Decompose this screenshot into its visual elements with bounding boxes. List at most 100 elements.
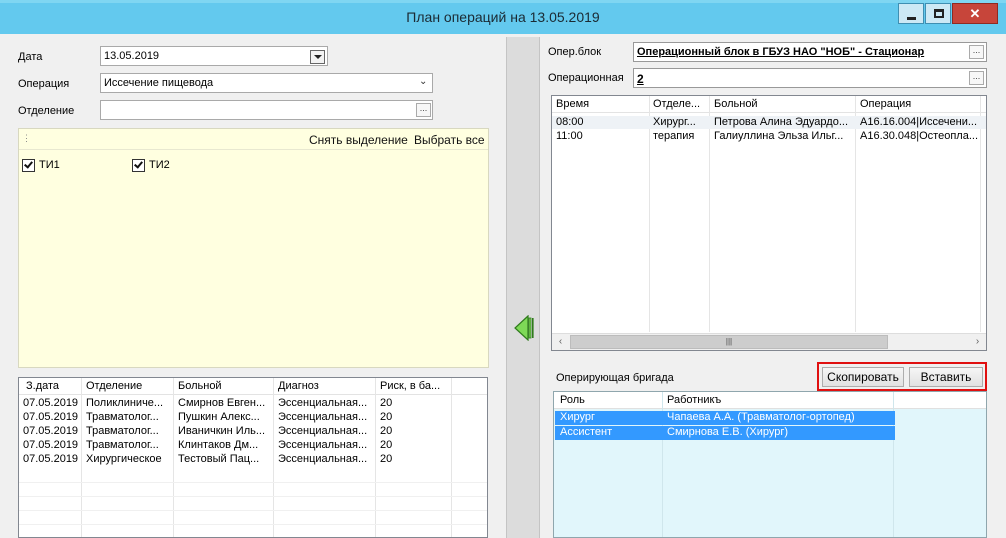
schedule-table[interactable]: Время Отделе... Больной Операция 08:00 Х… bbox=[551, 95, 987, 351]
col-worker[interactable]: Работникъ bbox=[667, 394, 721, 406]
col-patient[interactable]: Больной bbox=[714, 98, 758, 110]
department-ellipsis-button[interactable]: ... bbox=[416, 103, 431, 117]
col-department[interactable]: Отделе... bbox=[653, 98, 700, 110]
cell-diagnosis: Эссенциальная... bbox=[278, 439, 368, 451]
schedule-table-header: Время Отделе... Больной Операция bbox=[552, 96, 986, 113]
cell-diagnosis: Эссенциальная... bbox=[278, 397, 368, 409]
schedule-hscrollbar[interactable]: ‹ ||| › bbox=[552, 333, 986, 350]
cell-worker: Смирнова Е.В. (Хирург) bbox=[667, 426, 789, 438]
op-room-ellipsis-button[interactable]: ... bbox=[969, 71, 984, 85]
table-row[interactable]: 07.05.2019 Травматолог... Пушкин Алекс..… bbox=[19, 411, 487, 424]
team-table[interactable]: Роль Работникъ Хирург Чапаева А.А. (Трав… bbox=[553, 391, 987, 538]
col-time[interactable]: Время bbox=[556, 98, 589, 110]
table-row[interactable]: 11:00 терапия Галиуллина Эльза Ильг... A… bbox=[552, 130, 986, 143]
row-divider bbox=[19, 524, 487, 525]
table-row[interactable]: 07.05.2019 Травматолог... Клинтаков Дм..… bbox=[19, 439, 487, 452]
date-value: 13.05.2019 bbox=[104, 50, 160, 62]
operation-chevron-icon: ⌄ bbox=[419, 76, 428, 87]
move-left-arrow-icon[interactable] bbox=[514, 315, 534, 341]
team-row-selected[interactable]: Ассистент Смирнова Е.В. (Хирург) bbox=[555, 426, 895, 440]
op-room-label: Операционная bbox=[548, 72, 624, 84]
col-operation[interactable]: Операция bbox=[860, 98, 911, 110]
scroll-right-icon[interactable]: › bbox=[969, 334, 986, 350]
operation-select[interactable]: Иссечение пищевода bbox=[100, 73, 433, 93]
title-bar-edge bbox=[0, 0, 1006, 3]
table-row[interactable]: 07.05.2019 Травматолог... Иваничкин Иль.… bbox=[19, 425, 487, 438]
date-field[interactable]: 13.05.2019 bbox=[100, 46, 328, 66]
team-table-header: Роль Работникъ bbox=[554, 392, 986, 409]
copy-button[interactable]: Скопировать bbox=[822, 367, 904, 387]
minimize-icon bbox=[907, 17, 916, 20]
window-title: План операций на 13.05.2019 bbox=[406, 9, 600, 25]
cell-risk: 20 bbox=[380, 397, 393, 409]
date-dropdown-button[interactable] bbox=[310, 50, 325, 64]
row-divider bbox=[19, 510, 487, 511]
cell-patient: Петрова Алина Эдуардо... bbox=[714, 116, 848, 128]
close-button[interactable]: ✕ bbox=[952, 3, 998, 24]
toolbar-divider bbox=[19, 149, 488, 150]
cell-patient: Пушкин Алекс... bbox=[178, 411, 260, 423]
checkmark-icon bbox=[24, 159, 33, 169]
checkbox-ti1-label: ТИ1 bbox=[39, 159, 60, 171]
checkbox-ti2[interactable] bbox=[132, 159, 145, 172]
cell-date: 07.05.2019 bbox=[23, 439, 79, 451]
checkbox-ti1[interactable] bbox=[22, 159, 35, 172]
cell-date: 07.05.2019 bbox=[23, 411, 79, 423]
maximize-button[interactable] bbox=[925, 3, 951, 24]
op-room-field[interactable]: 2 bbox=[633, 68, 987, 88]
table-row[interactable]: 07.05.2019 Хирургическое Тестовый Пац...… bbox=[19, 453, 487, 466]
cell-time: 11:00 bbox=[556, 130, 583, 142]
cell-department: Травматолог... bbox=[86, 411, 159, 423]
col-department[interactable]: Отделение bbox=[86, 380, 142, 392]
toolbar-grip-icon: ⋮ bbox=[22, 133, 31, 143]
scroll-left-icon[interactable]: ‹ bbox=[552, 334, 569, 350]
cell-patient: Тестовый Пац... bbox=[178, 453, 260, 465]
cell-patient: Клинтаков Дм... bbox=[178, 439, 259, 451]
col-role[interactable]: Роль bbox=[560, 394, 585, 406]
cell-patient: Галиуллина Эльза Ильг... bbox=[714, 130, 844, 142]
row-divider bbox=[19, 496, 487, 497]
cell-date: 07.05.2019 bbox=[23, 453, 79, 465]
minimize-button[interactable] bbox=[898, 3, 924, 24]
close-icon: ✕ bbox=[969, 6, 981, 21]
panel-splitter[interactable] bbox=[506, 37, 540, 538]
department-label: Отделение bbox=[18, 105, 75, 117]
col-patient[interactable]: Больной bbox=[178, 380, 222, 392]
col-risk[interactable]: Риск, в ба... bbox=[380, 380, 440, 392]
operation-value: Иссечение пищевода bbox=[104, 77, 214, 89]
scroll-thumb[interactable]: ||| bbox=[570, 335, 888, 349]
cell-worker: Чапаева А.А. (Травматолог-ортопед) bbox=[667, 411, 855, 423]
table-row[interactable]: 08:00 Хирург... Петрова Алина Эдуардо...… bbox=[552, 116, 986, 129]
row-divider bbox=[19, 482, 487, 483]
cell-time: 08:00 bbox=[556, 116, 584, 128]
cell-role: Хирург bbox=[560, 411, 595, 423]
team-row-selected[interactable]: Хирург Чапаева А.А. (Травматолог-ортопед… bbox=[555, 411, 895, 425]
clear-selection-button[interactable]: Снять выделение bbox=[309, 133, 408, 147]
table-row[interactable]: 07.05.2019 Поликлиниче... Смирнов Евген.… bbox=[19, 397, 487, 410]
cell-date: 07.05.2019 bbox=[23, 397, 79, 409]
checkbox-ti2-label: ТИ2 bbox=[149, 159, 170, 171]
cell-department: Хирург... bbox=[653, 116, 696, 128]
cell-department: терапия bbox=[653, 130, 695, 142]
op-block-ellipsis-button[interactable]: ... bbox=[969, 45, 984, 59]
team-label: Оперирующая бригада bbox=[556, 372, 674, 384]
cell-department: Травматолог... bbox=[86, 425, 159, 437]
cell-role: Ассистент bbox=[560, 426, 613, 438]
patients-table[interactable]: З.дата Отделение Больной Диагноз Риск, в… bbox=[18, 377, 488, 538]
select-all-button[interactable]: Выбрать все bbox=[414, 133, 485, 147]
col-diagnosis[interactable]: Диагноз bbox=[278, 380, 319, 392]
op-block-field[interactable]: Операционный блок в ГБУЗ НАО "НОБ" - Ста… bbox=[633, 42, 987, 62]
cell-diagnosis: Эссенциальная... bbox=[278, 453, 368, 465]
cell-risk: 20 bbox=[380, 411, 393, 423]
brigade-checkbox-panel: ⋮ Снять выделение Выбрать все ТИ1 ТИ2 bbox=[18, 128, 489, 368]
cell-department: Поликлиниче... bbox=[86, 397, 164, 409]
cell-operation: A16.16.004|Иссечени... bbox=[860, 116, 978, 128]
department-field[interactable] bbox=[100, 100, 433, 120]
col-date[interactable]: З.дата bbox=[26, 380, 59, 392]
maximize-icon bbox=[934, 9, 944, 18]
cell-patient: Иваничкин Иль... bbox=[178, 425, 266, 437]
chevron-down-icon bbox=[314, 55, 322, 59]
op-block-label: Опер.блок bbox=[548, 46, 602, 58]
paste-button[interactable]: Вставить bbox=[909, 367, 983, 387]
title-bar: План операций на 13.05.2019 ✕ bbox=[0, 0, 1006, 34]
